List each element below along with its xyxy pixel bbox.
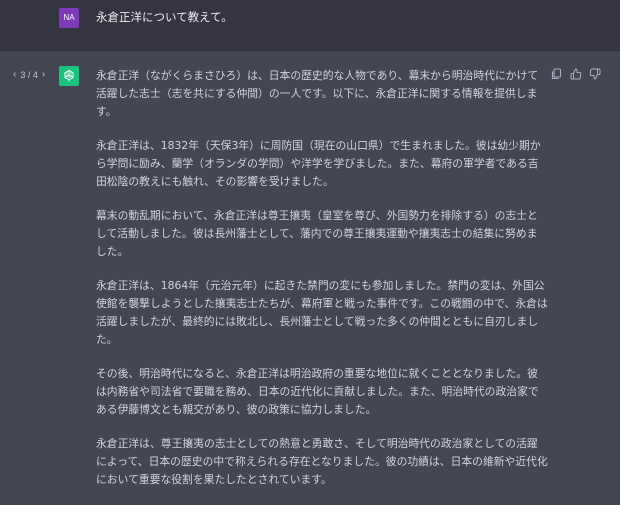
message-actions <box>550 67 601 80</box>
copy-icon[interactable] <box>550 67 563 80</box>
chevron-right-icon[interactable]: › <box>42 68 45 82</box>
paragraph: 永倉正洋は、尊王攘夷の志士としての熱意と勇敢さ、そして明治時代の政治家としての活… <box>96 437 548 486</box>
thumbs-down-icon[interactable] <box>588 67 601 80</box>
paragraph: その後、明治時代になると、永倉正洋は明治政府の重要な地位に就くこととなりました。… <box>96 367 539 416</box>
user-message-row: NA 永倉正洋について教えて。 <box>0 0 620 51</box>
assistant-message-row: ‹ 3 / 4 › 永倉正洋（ながくらまさひろ）は、日本の歴史的な人物であり、幕… <box>0 51 620 486</box>
paragraph: 幕末の動乱期において、永倉正洋は尊王攘夷（皇室を尊び、外国勢力を排除する）の志士… <box>96 209 538 258</box>
paragraph: 永倉正洋は、1864年（元治元年）に起きた禁門の変にも参加しました。禁門の変は、… <box>96 279 548 346</box>
thumbs-up-icon[interactable] <box>569 67 582 80</box>
paragraph: 永倉正洋は、1832年（天保3年）に周防国（現在の山口県）で生まれました。彼は幼… <box>96 139 541 188</box>
user-message-text: 永倉正洋について教えて。 <box>96 10 233 24</box>
assistant-message-content: 永倉正洋（ながくらまさひろ）は、日本の歴史的な人物であり、幕末から明治時代にかけ… <box>96 67 548 505</box>
paragraph: 永倉正洋（ながくらまさひろ）は、日本の歴史的な人物であり、幕末から明治時代にかけ… <box>96 69 539 118</box>
pager-label: 3 / 4 <box>20 70 38 80</box>
response-pager: ‹ 3 / 4 › <box>13 68 45 82</box>
chevron-left-icon[interactable]: ‹ <box>13 68 16 82</box>
openai-logo-icon <box>59 66 79 86</box>
user-avatar: NA <box>59 8 79 28</box>
